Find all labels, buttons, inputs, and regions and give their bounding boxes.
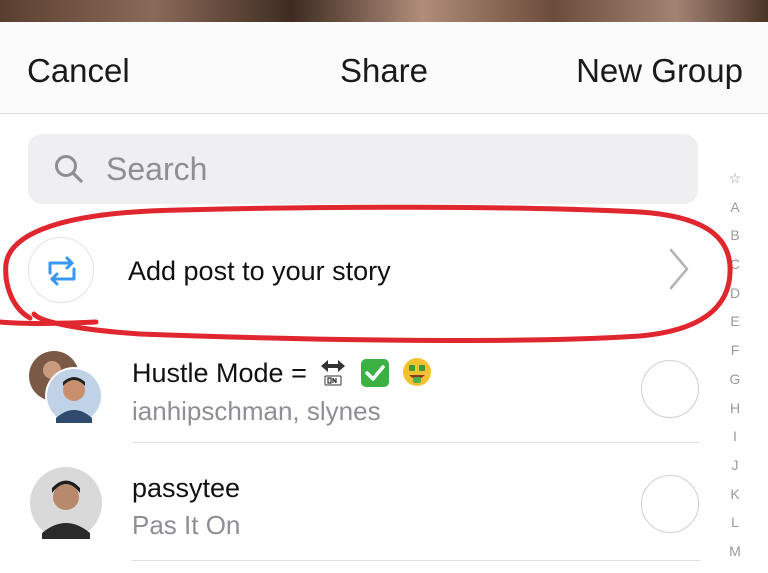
index-letter[interactable]: D xyxy=(730,279,740,308)
index-letter[interactable]: J xyxy=(732,451,739,480)
conversation-name-row: Hustle Mode = xyxy=(132,356,433,389)
search-input[interactable] xyxy=(106,144,666,194)
alphabet-index[interactable]: ☆ A B C D E F G H I J K L M xyxy=(718,164,752,566)
share-sheet: Cancel Share New Group ☆ A B C D E F G H… xyxy=(0,22,768,573)
conversation-row[interactable]: Hustle Mode = ianhipschman, slynes xyxy=(0,338,712,440)
divider xyxy=(132,442,700,443)
story-icon-circle xyxy=(28,237,94,303)
new-group-button[interactable]: New Group xyxy=(576,52,743,90)
index-letter[interactable]: G xyxy=(730,365,741,394)
search-bar[interactable] xyxy=(28,134,698,204)
index-letter[interactable]: K xyxy=(730,480,739,509)
select-circle[interactable] xyxy=(641,360,699,418)
conversation-row[interactable]: passytee Pas It On xyxy=(0,455,712,557)
repost-arrows-icon xyxy=(48,256,76,286)
index-letter[interactable]: M xyxy=(729,537,741,566)
index-letter[interactable]: E xyxy=(730,307,739,336)
search-icon xyxy=(55,155,83,183)
conversation-subtitle: Pas It On xyxy=(132,510,241,540)
money-mouth-face-icon xyxy=(403,358,432,386)
post-photo-strip xyxy=(0,0,768,22)
green-check-icon xyxy=(360,359,389,387)
divider xyxy=(132,560,700,561)
conversation-members: ianhipschman, slynes xyxy=(132,396,381,426)
select-circle[interactable] xyxy=(641,475,699,533)
index-letter[interactable]: F xyxy=(731,336,740,365)
add-to-story-row[interactable]: Add post to your story xyxy=(0,220,712,320)
index-letter[interactable]: A xyxy=(730,193,739,222)
index-star[interactable]: ☆ xyxy=(729,164,742,193)
index-letter[interactable]: I xyxy=(733,422,737,451)
index-letter[interactable]: H xyxy=(730,394,740,423)
index-letter[interactable]: L xyxy=(731,508,739,537)
index-letter[interactable]: B xyxy=(730,221,739,250)
conversation-name: passytee xyxy=(132,473,241,503)
group-avatar xyxy=(29,351,103,425)
index-letter[interactable]: C xyxy=(730,250,740,279)
add-to-story-label: Add post to your story xyxy=(128,256,391,286)
share-header: Cancel Share New Group xyxy=(0,22,768,114)
chevron-right-icon xyxy=(669,248,689,290)
conversation-name: Hustle Mode = xyxy=(132,358,307,388)
left-right-arrow-on-icon xyxy=(321,360,346,386)
user-avatar xyxy=(30,467,102,539)
